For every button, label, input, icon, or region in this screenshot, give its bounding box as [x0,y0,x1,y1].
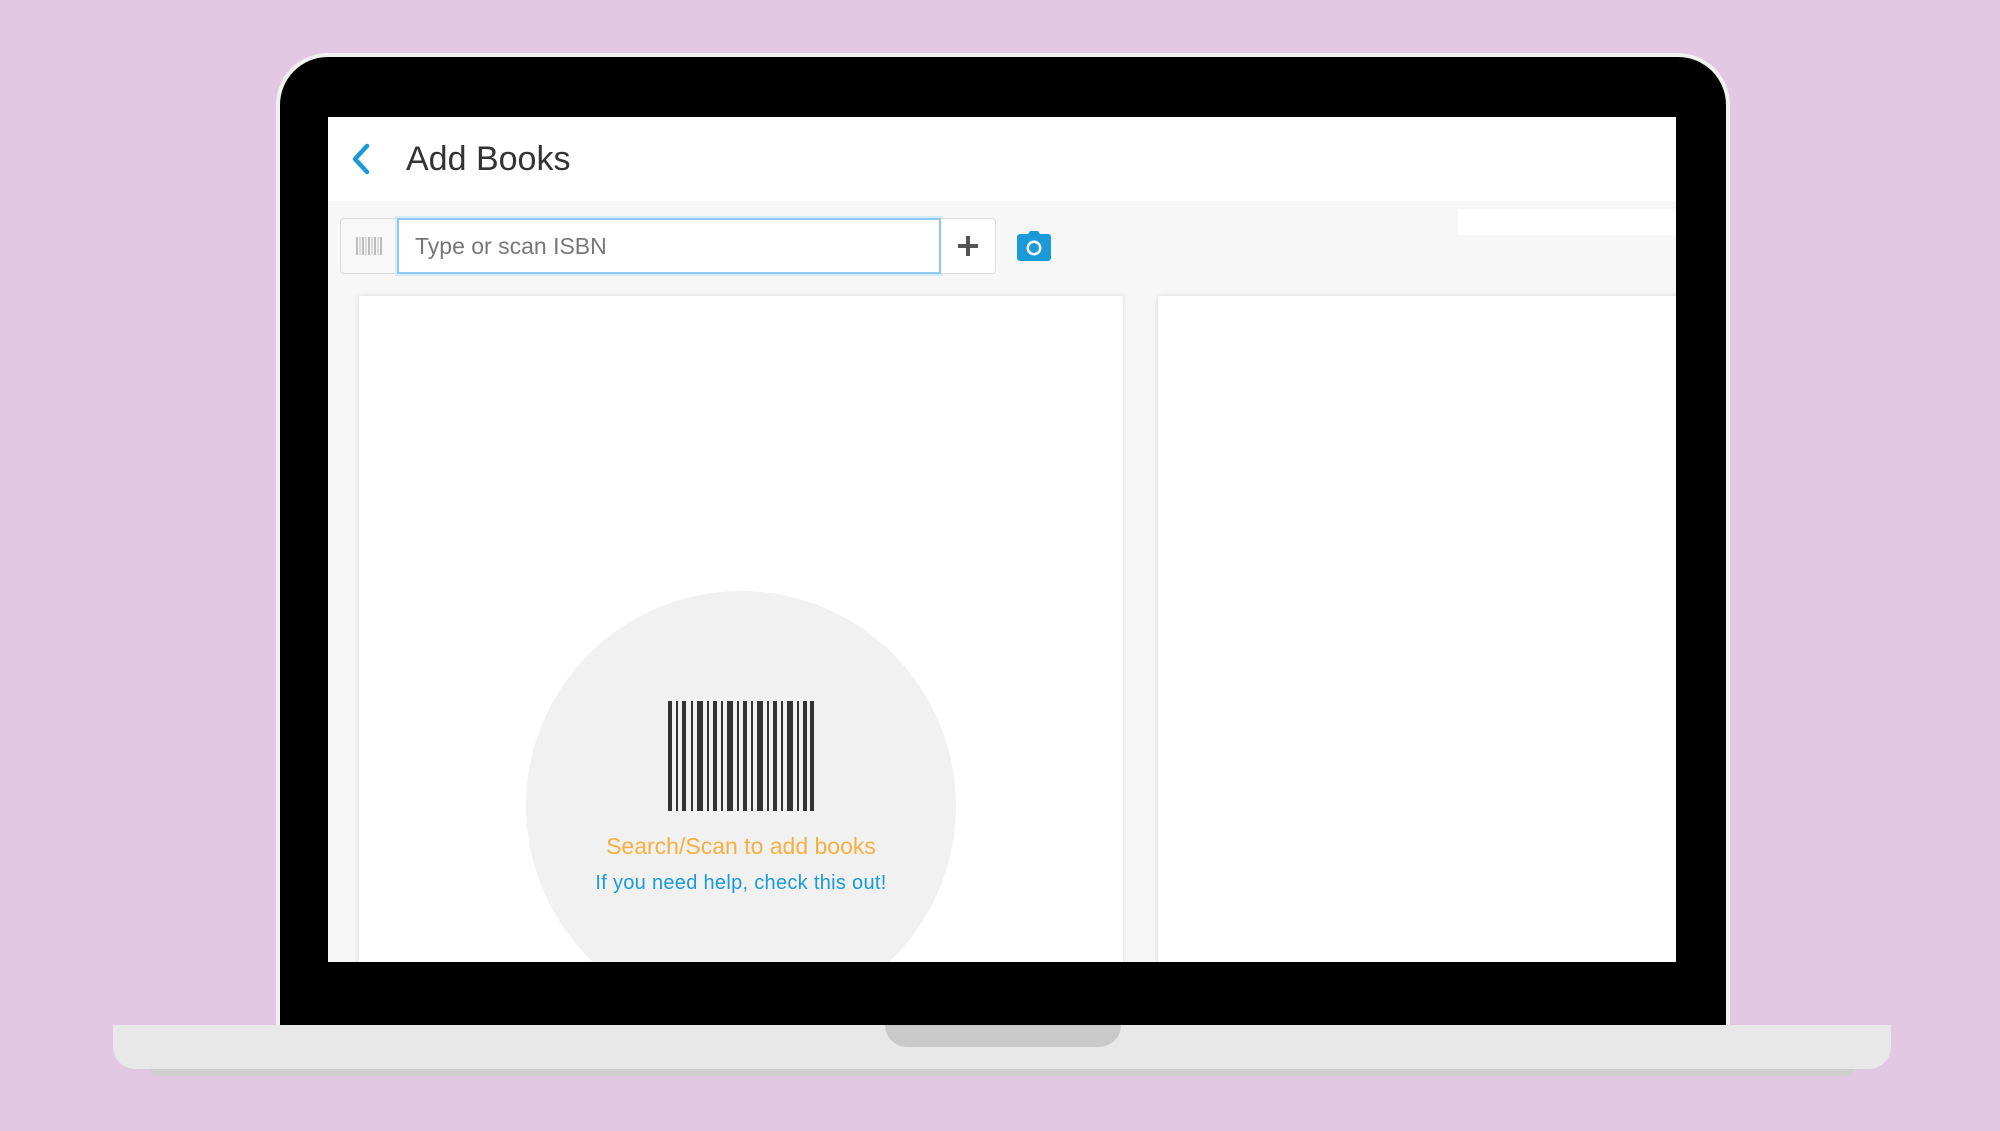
barcode-icon [668,701,814,811]
isbn-input[interactable] [395,216,943,276]
page-title: Add Books [406,139,571,178]
barcode-addon [340,218,397,274]
chevron-left-icon [352,143,370,175]
top-right-strip [1458,209,1676,235]
help-link[interactable]: If you need help, check this out! [359,872,1123,895]
details-panel [1158,296,1676,962]
laptop-notch [885,1025,1121,1047]
results-panel: Search/Scan to add books If you need hel… [359,296,1123,962]
app-screen: Add Books Type or scan ISBN Search/Scan … [328,117,1676,962]
camera-button[interactable] [1014,226,1054,266]
isbn-toolbar [340,216,1054,276]
back-button[interactable] [348,142,374,176]
plus-icon [958,236,978,256]
laptop-base-shadow [150,1069,1855,1076]
empty-state-title: Search/Scan to add books [606,833,876,859]
app-header: Add Books [328,117,1676,201]
add-isbn-button[interactable] [941,218,996,274]
camera-icon [1017,231,1051,261]
barcode-icon [356,237,382,255]
